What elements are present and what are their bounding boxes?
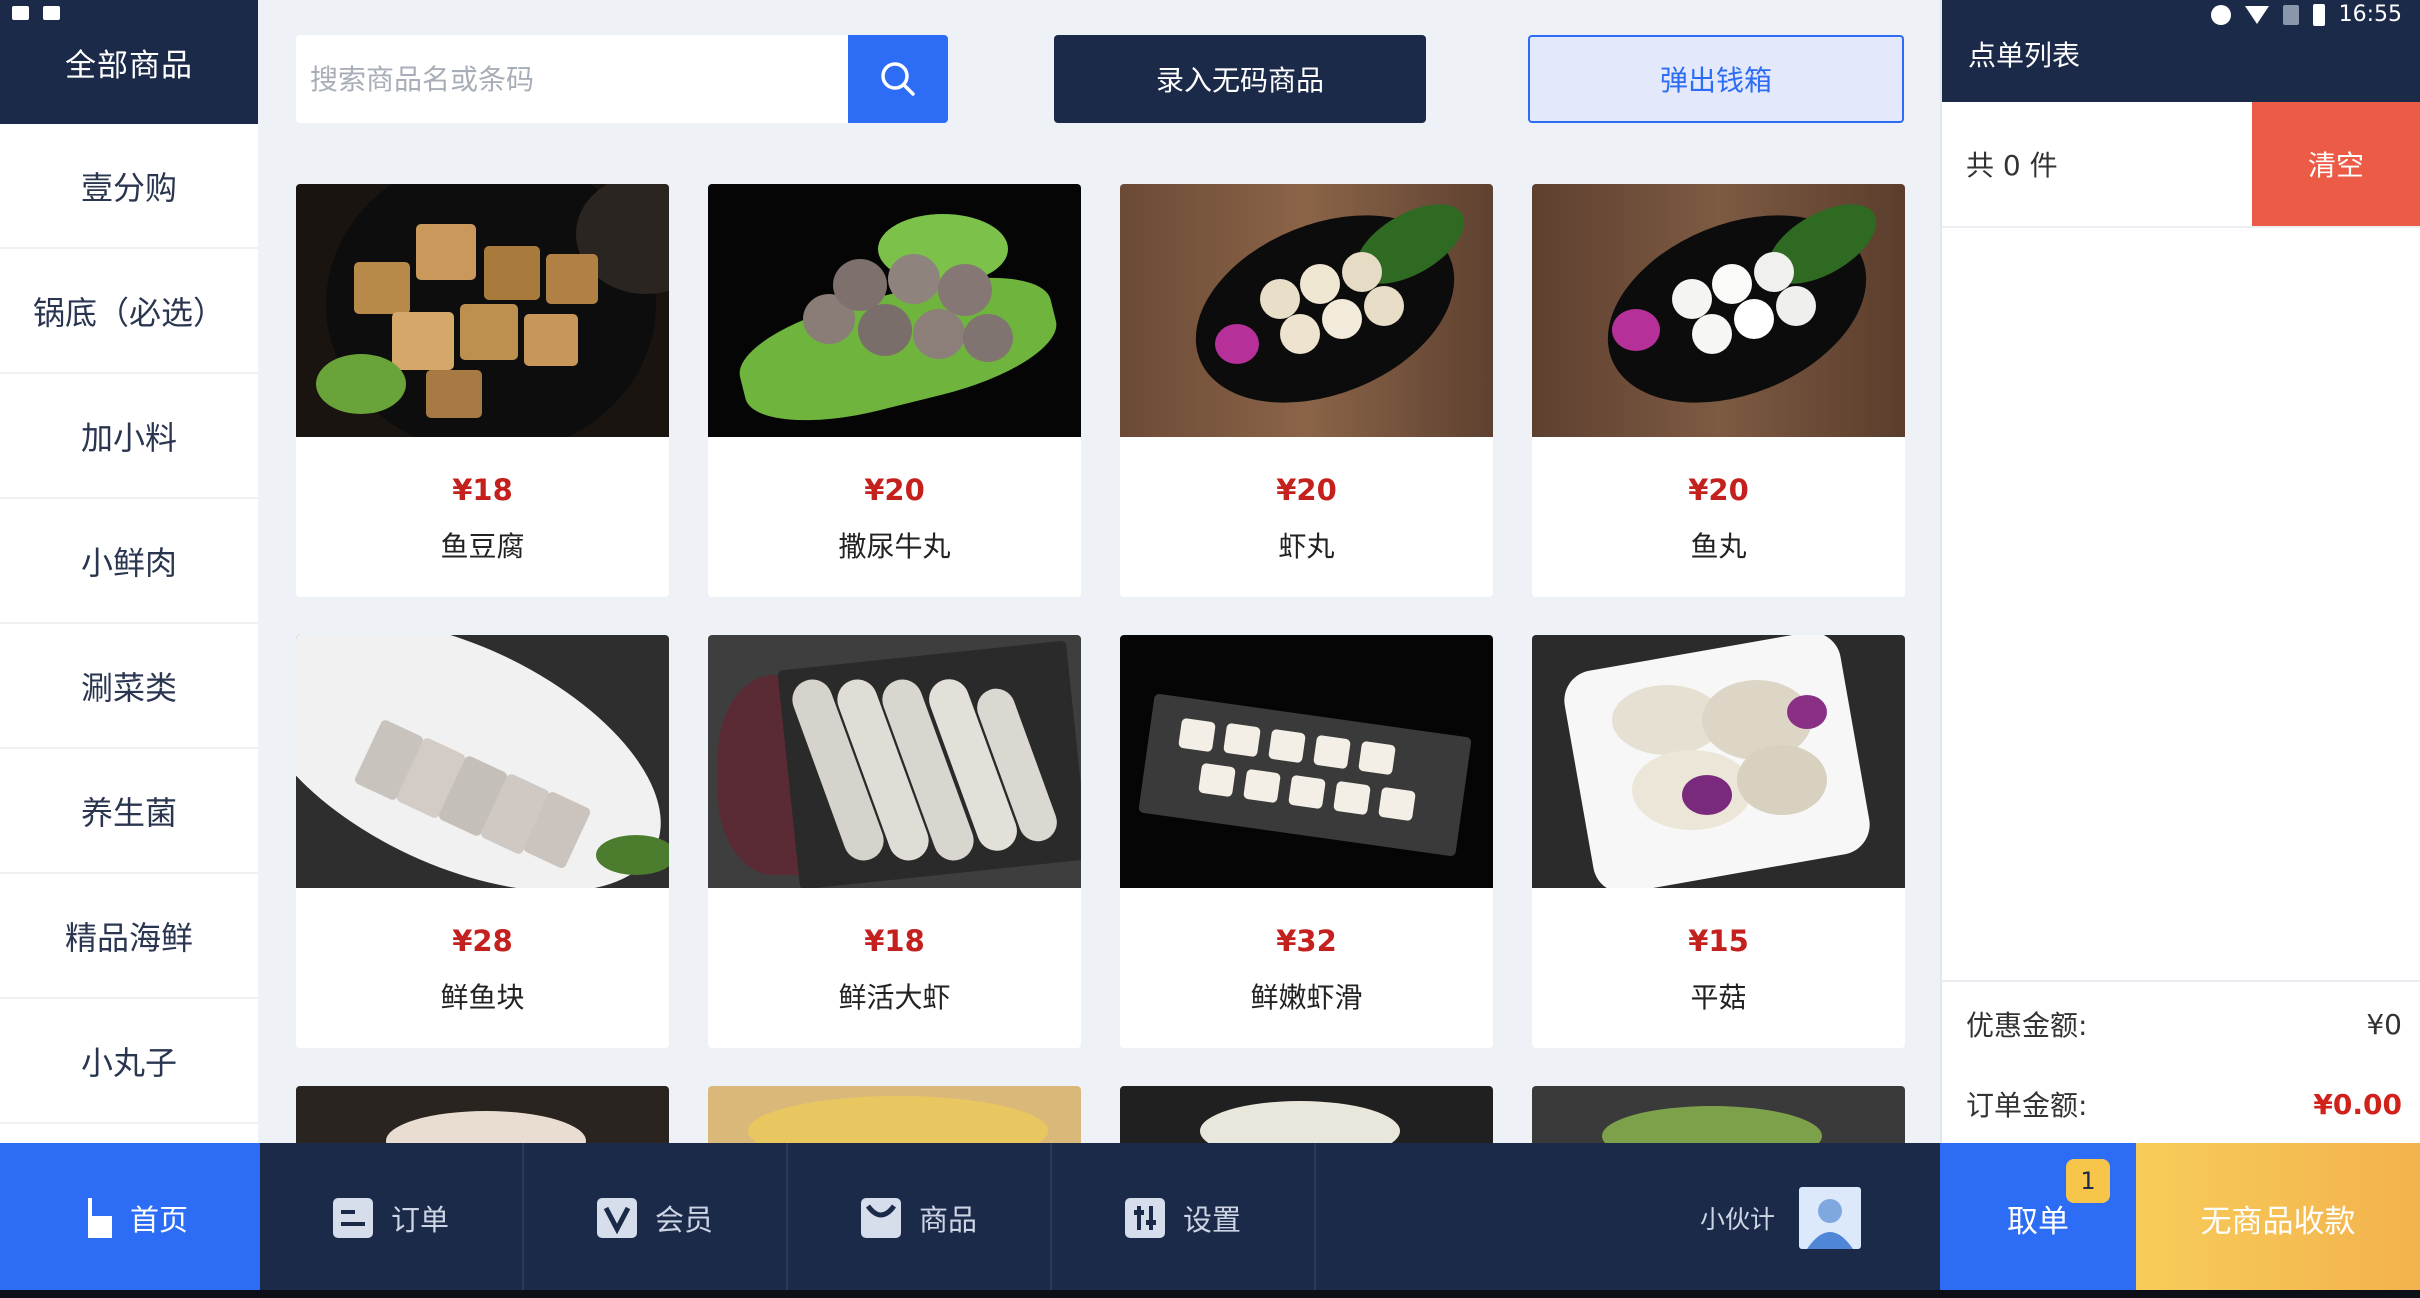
no-goods-payment-button[interactable]: 无商品收款 bbox=[2136, 1143, 2420, 1293]
oyster-mushroom-image bbox=[1532, 635, 1905, 888]
staff-name: 小伙计 bbox=[1700, 1205, 1776, 1234]
nav-orders[interactable]: 订单 bbox=[260, 1143, 524, 1293]
fish-balls-image bbox=[1532, 184, 1905, 437]
nav-members[interactable]: 会员 bbox=[524, 1143, 788, 1293]
order-icon bbox=[332, 1198, 373, 1238]
status-bar: 16:55 bbox=[2210, 2, 2402, 27]
nav-label: 会员 bbox=[654, 1203, 713, 1237]
product-card[interactable]: ¥18 鲜活大虾 bbox=[708, 635, 1081, 1048]
prawns-image bbox=[708, 635, 1081, 888]
product-price: ¥15 bbox=[1688, 924, 1749, 958]
screen-edge bbox=[0, 1290, 2420, 1298]
avatar bbox=[1799, 1187, 1862, 1249]
battery-icon bbox=[2312, 3, 2325, 26]
product-card-partial[interactable] bbox=[1532, 1086, 1905, 1143]
order-panel: 点单列表 共 0 件 清空 优惠金额: ¥0 订单金额: ¥0.00 bbox=[1940, 0, 2420, 1143]
nav-goods[interactable]: 商品 bbox=[788, 1143, 1052, 1293]
nav-label: 设置 bbox=[1182, 1203, 1241, 1237]
product-card[interactable]: ¥20 撒尿牛丸 bbox=[708, 184, 1081, 597]
product-image bbox=[1532, 1086, 1905, 1143]
product-name: 鲜鱼块 bbox=[440, 981, 525, 1014]
shrimp-paste-image bbox=[1120, 635, 1493, 888]
product-price: ¥20 bbox=[1688, 473, 1749, 507]
goods-icon bbox=[860, 1198, 901, 1238]
category-item[interactable]: 涮菜类 bbox=[0, 624, 258, 749]
product-price: ¥28 bbox=[452, 924, 513, 958]
nav-label: 订单 bbox=[390, 1203, 449, 1237]
shrimp-balls-image bbox=[1120, 184, 1493, 437]
nav-label: 首页 bbox=[129, 1203, 188, 1237]
product-card-partial[interactable] bbox=[708, 1086, 1081, 1143]
discount-label: 优惠金额: bbox=[1966, 1009, 2088, 1042]
enter-nocode-product-button[interactable]: 录入无码商品 bbox=[1054, 35, 1426, 123]
product-name: 平菇 bbox=[1690, 981, 1747, 1014]
product-card[interactable]: ¥15 平菇 bbox=[1532, 635, 1905, 1048]
no-signal-icon bbox=[2282, 4, 2299, 25]
product-price: ¥20 bbox=[864, 473, 925, 507]
product-card[interactable]: ¥20 虾丸 bbox=[1120, 184, 1493, 597]
take-order-label: 取单 bbox=[2007, 1203, 2069, 1240]
product-price: ¥20 bbox=[1276, 473, 1337, 507]
product-card[interactable]: ¥28 鲜鱼块 bbox=[296, 635, 669, 1048]
product-price: ¥18 bbox=[864, 924, 925, 958]
product-image bbox=[1120, 1086, 1493, 1143]
search-input[interactable] bbox=[296, 35, 848, 123]
clear-order-button[interactable]: 清空 bbox=[2252, 102, 2420, 226]
category-item[interactable]: 壹分购 bbox=[0, 124, 258, 249]
product-card[interactable]: ¥18 鱼豆腐 bbox=[296, 184, 669, 597]
take-order-badge: 1 bbox=[2066, 1159, 2110, 1203]
category-item[interactable]: 锅底（必选） bbox=[0, 249, 258, 374]
category-item[interactable]: 小鲜肉 bbox=[0, 499, 258, 624]
product-name: 鱼丸 bbox=[1690, 530, 1747, 563]
total-label: 订单金额: bbox=[1966, 1089, 2088, 1122]
status-time: 16:55 bbox=[2338, 2, 2402, 27]
product-card[interactable]: ¥20 鱼丸 bbox=[1532, 184, 1905, 597]
fish-tofu-image bbox=[296, 184, 669, 437]
category-item[interactable]: 精品海鲜 bbox=[0, 874, 258, 999]
product-price: ¥18 bbox=[452, 473, 513, 507]
bottom-bar: 首页 订单 会员 商品 设置 小伙计 取单 1 无商品收款 bbox=[0, 1143, 2420, 1298]
product-card-partial[interactable] bbox=[1120, 1086, 1493, 1143]
fish-slices-image bbox=[296, 635, 669, 888]
nav-home[interactable]: 首页 bbox=[0, 1143, 260, 1293]
search-icon bbox=[881, 62, 915, 96]
discount-value: ¥0 bbox=[2366, 1007, 2402, 1041]
staff-info[interactable]: 小伙计 bbox=[1700, 1143, 1862, 1293]
search-button[interactable] bbox=[848, 35, 948, 123]
order-item-count: 共 0 件 bbox=[1966, 149, 2058, 182]
nav-settings[interactable]: 设置 bbox=[1052, 1143, 1316, 1293]
take-order-button[interactable]: 取单 1 bbox=[1940, 1143, 2136, 1293]
product-card-partial[interactable] bbox=[296, 1086, 669, 1143]
category-item[interactable]: 养生菌 bbox=[0, 749, 258, 874]
status-bar-notifications bbox=[12, 6, 60, 20]
category-item[interactable]: 小丸子 bbox=[0, 999, 258, 1124]
product-name: 鱼豆腐 bbox=[440, 530, 525, 563]
product-card[interactable]: ¥32 鲜嫩虾滑 bbox=[1120, 635, 1493, 1048]
wifi-icon bbox=[2244, 5, 2269, 24]
member-icon bbox=[596, 1198, 637, 1238]
product-image bbox=[296, 1086, 669, 1143]
open-cash-drawer-button[interactable]: 弹出钱箱 bbox=[1528, 35, 1904, 123]
category-item[interactable]: 加小料 bbox=[0, 374, 258, 499]
app-notification-icon bbox=[43, 6, 60, 20]
category-sidebar: 全部商品 壹分购 锅底（必选） 加小料 小鲜肉 涮菜类 养生菌 精品海鲜 小丸子 bbox=[0, 0, 258, 1143]
home-icon bbox=[71, 1198, 112, 1238]
nav-label: 商品 bbox=[918, 1203, 977, 1237]
search-bar bbox=[296, 35, 948, 123]
divider bbox=[1942, 226, 2420, 228]
product-name: 鲜嫩虾滑 bbox=[1250, 981, 1363, 1014]
product-name: 鲜活大虾 bbox=[838, 981, 951, 1014]
product-grid: ¥18 鱼豆腐 ¥20 撒尿牛丸 ¥20 虾丸 ¥20 鱼丸 ¥28 鲜鱼块 ¥… bbox=[296, 184, 1906, 1143]
product-image bbox=[708, 1086, 1081, 1143]
beef-balls-image bbox=[708, 184, 1081, 437]
total-value: ¥0.00 bbox=[2313, 1087, 2402, 1121]
product-name: 撒尿牛丸 bbox=[838, 530, 951, 563]
product-name: 虾丸 bbox=[1278, 530, 1335, 563]
product-price: ¥32 bbox=[1276, 924, 1337, 958]
do-not-disturb-icon bbox=[2210, 4, 2231, 25]
product-area: 录入无码商品 弹出钱箱 ¥18 鱼豆腐 bbox=[258, 0, 1940, 1143]
gallery-notification-icon bbox=[12, 6, 29, 20]
settings-icon bbox=[1124, 1198, 1165, 1238]
order-summary: 优惠金额: ¥0 订单金额: ¥0.00 bbox=[1942, 980, 2420, 1143]
